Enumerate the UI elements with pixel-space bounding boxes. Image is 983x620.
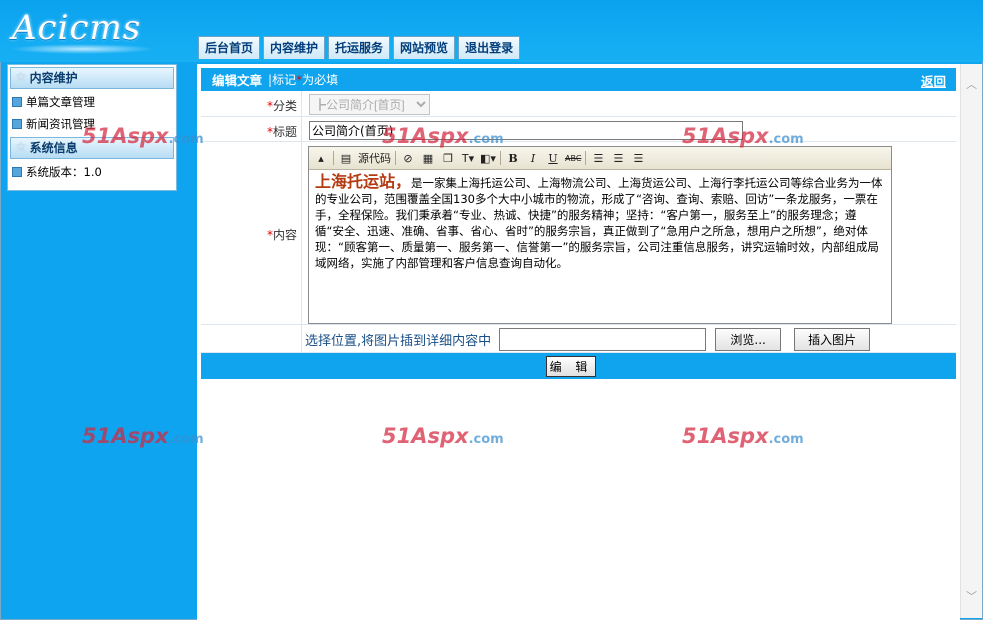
category-label: *分类 [201, 97, 297, 114]
divider [301, 91, 302, 116]
bold-button[interactable]: B [505, 150, 521, 166]
content-body: 是一家集上海托运公司、上海物流公司、上海货运公司、上海行李托运公司等综合业务为一… [315, 176, 883, 270]
scroll-up-icon[interactable]: ︿ [961, 76, 982, 92]
watermark-suffix: .com [168, 132, 204, 147]
upload-label: 选择位置,将图片插到详细内容中 [305, 334, 492, 349]
watermark-brand: 51Aspx [682, 424, 769, 448]
category-label-text: 分类 [272, 99, 297, 113]
watermark-brand: 51Aspx [82, 124, 169, 148]
source-code-icon[interactable]: ▤ [338, 150, 354, 166]
toolbar-collapse-icon[interactable]: ▴ [313, 150, 329, 166]
link-icon[interactable]: ⊘ [400, 150, 416, 166]
form-titlebar: 编辑文章 | 标记*为必填 返回 [201, 68, 956, 91]
bullet-icon [12, 97, 22, 107]
content-lead: 上海托运站， [315, 172, 412, 191]
submit-edit-button[interactable]: 编 辑 [546, 356, 596, 377]
divider [301, 142, 302, 324]
color-icon[interactable]: ◧▾ [480, 150, 496, 166]
main-panel: 编辑文章 | 标记*为必填 返回 *分类 ┣公司简介[首页] *标题 *内容 ▴… [197, 64, 960, 620]
underline-button[interactable]: U [545, 150, 561, 166]
watermark-brand: 51Aspx [382, 424, 469, 448]
category-row: *分类 ┣公司简介[首页] [201, 91, 956, 117]
app-logo: Acicms [12, 8, 142, 48]
logo-swoosh [10, 44, 155, 54]
top-nav: 后台首页 内容维护 托运服务 网站预览 退出登录 [198, 36, 521, 60]
sidebar-section-title: 系统信息 [29, 141, 78, 155]
system-version-text: 系统版本：1.0 [26, 165, 102, 179]
star-icon: ☆ [15, 140, 27, 155]
watermark-suffix: .com [468, 132, 504, 147]
toolbar-separator [500, 151, 501, 165]
browse-button[interactable]: 浏览... [715, 328, 782, 351]
required-note: 标记*为必填 [272, 71, 338, 88]
align-right-icon[interactable]: ☰ [630, 150, 646, 166]
italic-button[interactable]: I [525, 150, 541, 166]
form-title: 编辑文章 [212, 73, 263, 88]
tab-logout[interactable]: 退出登录 [458, 36, 521, 59]
title-label-text: 标题 [272, 125, 297, 139]
watermark: 51Aspx.com [82, 424, 204, 448]
watermark-brand: 51Aspx [382, 124, 469, 148]
watermark-suffix: .com [168, 432, 204, 447]
image-path-input[interactable] [499, 328, 707, 351]
tab-preview[interactable]: 网站预览 [393, 36, 456, 59]
align-center-icon[interactable]: ☰ [610, 150, 626, 166]
font-size-icon[interactable]: T▾ [460, 150, 476, 166]
sidebar-item-label[interactable]: 单篇文章管理 [26, 94, 95, 110]
upload-row: 选择位置,将图片插到详细内容中 浏览... 插入图片 [305, 328, 871, 351]
watermark: 51Aspx.com [82, 124, 204, 148]
category-select[interactable]: ┣公司简介[首页] [309, 94, 430, 115]
watermark-suffix: .com [768, 132, 804, 147]
align-left-icon[interactable]: ☰ [590, 150, 606, 166]
content-label-text: 内容 [272, 228, 297, 242]
sidebar-section-content: ☆ 内容维护 [10, 67, 174, 89]
back-link[interactable]: 返回 [921, 71, 946, 90]
source-code-button[interactable]: 源代码 [358, 150, 391, 166]
rich-text-editor[interactable]: ▴ ▤ 源代码 ⊘ ▦ ❒ T▾ ◧▾ B I U ABC ☰ ☰ ☰ 上海托运… [308, 146, 892, 324]
note-pre: 标记 [272, 73, 297, 87]
page-scrollbar[interactable]: ︿ ﹀ [960, 64, 982, 618]
tab-home[interactable]: 后台首页 [198, 36, 261, 59]
insert-image-button[interactable]: 插入图片 [794, 328, 871, 351]
tab-content[interactable]: 内容维护 [263, 36, 326, 59]
watermark-suffix: .com [768, 432, 804, 447]
toolbar-separator [395, 151, 396, 165]
title-row: *标题 [201, 117, 956, 142]
note-post: 为必填 [302, 73, 339, 87]
divider [301, 325, 302, 352]
strikethrough-button[interactable]: ABC [565, 150, 581, 166]
watermark: 51Aspx.com [382, 124, 504, 148]
divider [301, 117, 302, 141]
scroll-down-icon[interactable]: ﹀ [961, 588, 982, 604]
image-icon[interactable]: ❒ [440, 150, 456, 166]
title-input[interactable] [309, 121, 743, 140]
watermark-suffix: .com [468, 432, 504, 447]
watermark-brand: 51Aspx [682, 124, 769, 148]
watermark-brand: 51Aspx [82, 424, 169, 448]
bullet-icon [12, 119, 22, 129]
toolbar-separator [333, 151, 334, 165]
content-label: *内容 [201, 226, 297, 243]
title-label: *标题 [201, 123, 297, 140]
watermark: 51Aspx.com [382, 424, 504, 448]
editor-content[interactable]: 上海托运站，是一家集上海托运公司、上海物流公司、上海货运公司、上海行李托运公司等… [309, 170, 891, 275]
table-icon[interactable]: ▦ [420, 150, 436, 166]
sidebar-item-version: 系统版本：1.0 [8, 161, 176, 183]
watermark: 51Aspx.com [682, 124, 804, 148]
header: Acicms 后台首页 内容维护 托运服务 网站预览 退出登录 [0, 0, 983, 62]
star-icon: ☆ [15, 70, 27, 85]
watermark: 51Aspx.com [682, 424, 804, 448]
bullet-icon [12, 167, 22, 177]
editor-toolbar: ▴ ▤ 源代码 ⊘ ▦ ❒ T▾ ◧▾ B I U ABC ☰ ☰ ☰ [309, 147, 891, 170]
toolbar-separator [585, 151, 587, 165]
sidebar-item-single-articles[interactable]: 单篇文章管理 [8, 91, 176, 113]
tab-shipping[interactable]: 托运服务 [328, 36, 391, 59]
sidebar-section-title: 内容维护 [29, 71, 78, 85]
